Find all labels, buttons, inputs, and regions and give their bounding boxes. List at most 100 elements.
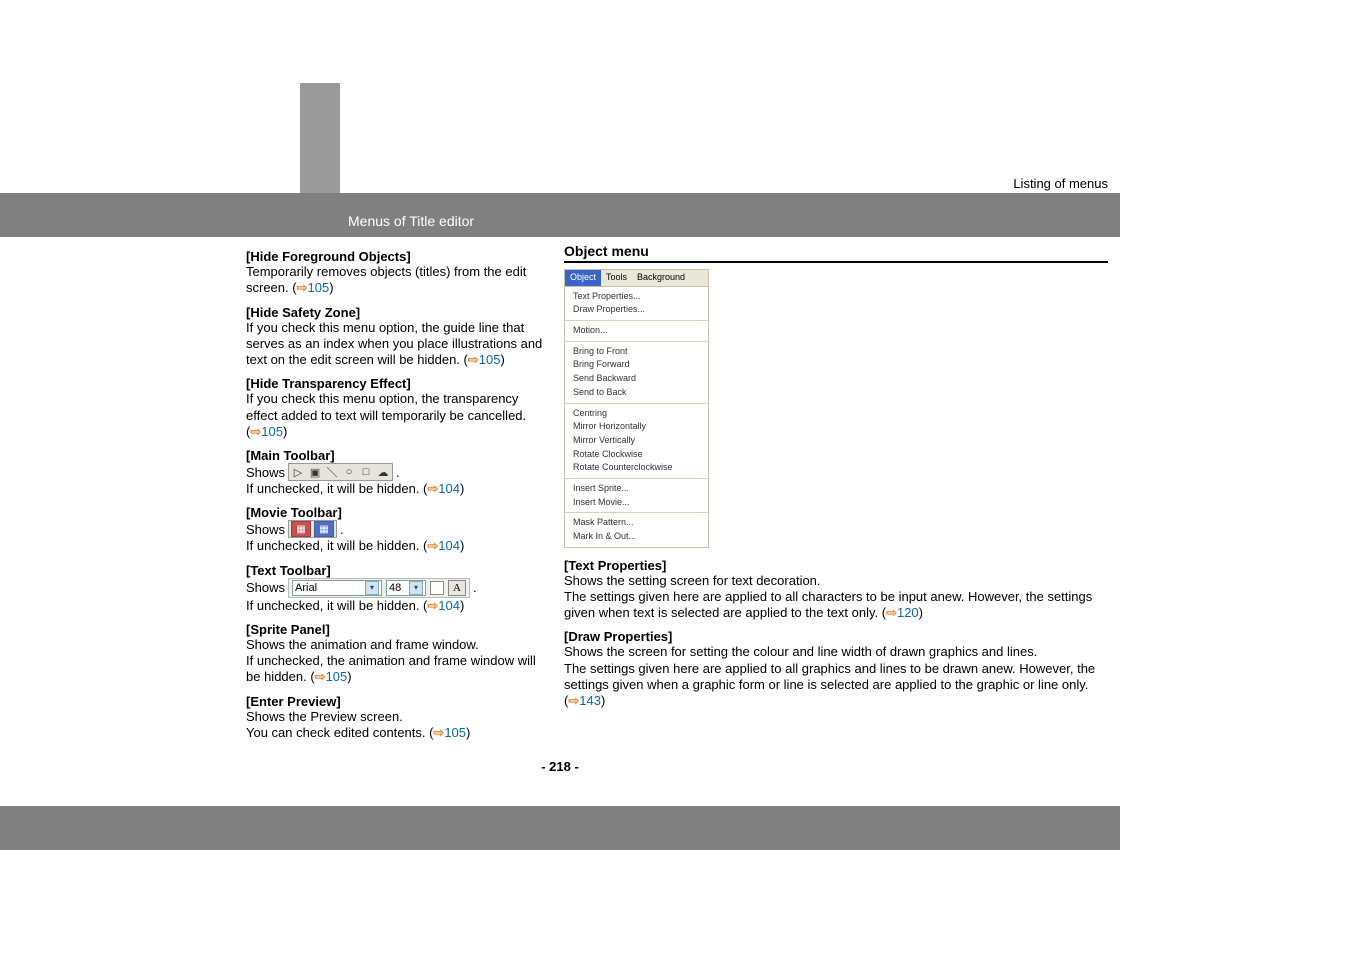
right-column: Object menu Object Tools Background Text… <box>560 241 1112 741</box>
textprops-l2: The settings given here are applied to a… <box>564 589 1108 622</box>
banner-stub <box>300 83 340 193</box>
heading-draw-properties: [Draw Properties] <box>564 629 1108 644</box>
text-style-button[interactable]: A <box>448 580 466 596</box>
arrow-icon: ⇨ <box>427 481 438 496</box>
menu-item[interactable]: Send to Back <box>573 386 700 400</box>
page-ref[interactable]: 105 <box>444 725 466 740</box>
text: ) <box>500 352 504 367</box>
chevron-down-icon: ▾ <box>365 581 379 595</box>
tab-tools[interactable]: Tools <box>601 270 632 286</box>
menu-item[interactable]: Draw Properties... <box>573 303 700 317</box>
arrow-icon: ⇨ <box>427 598 438 613</box>
menu-item[interactable]: Rotate Counterclockwise <box>573 461 700 475</box>
main-toolbar-shows: Shows ▷ ▣ ＼ ○ □ ☁ . <box>246 463 548 481</box>
text: The settings given here are applied to a… <box>564 589 1092 620</box>
drawprops-l2: The settings given here are applied to a… <box>564 661 1108 710</box>
font-dropdown[interactable]: Arial ▾ <box>292 580 382 596</box>
image-icon: ▣ <box>308 465 322 479</box>
menu-item[interactable]: Mirror Horizontally <box>573 420 700 434</box>
heading-hide-safety: [Hide Safety Zone] <box>246 305 548 320</box>
size-dropdown[interactable]: 48 ▾ <box>386 580 426 596</box>
page-number: - 218 - <box>0 759 1120 774</box>
rec-icon: ▦ <box>291 521 311 537</box>
textprops-l1: Shows the setting screen for text decora… <box>564 573 1108 589</box>
tab-object[interactable]: Object <box>565 270 601 286</box>
bottom-bar <box>0 806 1120 850</box>
page-ref[interactable]: 104 <box>438 598 460 613</box>
text: . <box>340 522 344 537</box>
text: Shows <box>246 522 285 537</box>
text-toolbar-unchecked: If unchecked, it will be hidden. (⇨104) <box>246 598 548 614</box>
body-hide-foreground: Temporarily removes objects (titles) fro… <box>246 264 548 297</box>
title-banner: Menus of Title editor <box>0 193 1120 237</box>
color-swatch[interactable] <box>430 581 444 595</box>
menu-item[interactable]: Send Backward <box>573 372 700 386</box>
arrow-icon: ⇨ <box>886 605 897 620</box>
heading-hide-foreground: [Hide Foreground Objects] <box>246 249 548 264</box>
menu-item[interactable]: Text Properties... <box>573 290 700 304</box>
text: ) <box>283 424 287 439</box>
text: ) <box>460 598 464 613</box>
cloud-icon: ☁ <box>376 465 390 479</box>
heading-main-toolbar: [Main Toolbar] <box>246 448 548 463</box>
arrow-icon: ⇨ <box>568 693 579 708</box>
font-value: Arial <box>295 582 317 594</box>
text: ) <box>466 725 470 740</box>
menu-item[interactable]: Bring to Front <box>573 345 700 359</box>
chevron-down-icon: ▾ <box>409 581 423 595</box>
play-icon: ▦ <box>314 521 334 537</box>
object-menu-title: Object menu <box>564 243 1108 259</box>
text: Shows <box>246 580 285 595</box>
text: If unchecked, it will be hidden. ( <box>246 598 427 613</box>
text: ) <box>460 538 464 553</box>
menu-item[interactable]: Mirror Vertically <box>573 434 700 448</box>
text: ) <box>601 693 605 708</box>
menu-item[interactable]: Motion... <box>573 324 700 338</box>
circle-icon: ○ <box>342 465 356 479</box>
menu-item[interactable]: Centring <box>573 407 700 421</box>
tab-background[interactable]: Background <box>632 270 690 286</box>
arrow-icon: ⇨ <box>297 280 308 295</box>
page-ref[interactable]: 143 <box>579 693 601 708</box>
page-ref[interactable]: 105 <box>326 669 348 684</box>
menu-item[interactable]: Bring Forward <box>573 358 700 372</box>
page-ref[interactable]: 104 <box>438 538 460 553</box>
heading-hide-transparency: [Hide Transparency Effect] <box>246 376 548 391</box>
pointer-icon: ▷ <box>291 465 305 479</box>
movie-toolbar-unchecked: If unchecked, it will be hidden. (⇨104) <box>246 538 548 554</box>
drawprops-l1: Shows the screen for setting the colour … <box>564 644 1108 660</box>
text: If unchecked, it will be hidden. ( <box>246 481 427 496</box>
line-icon: ＼ <box>325 465 339 479</box>
body-hide-safety: If you check this menu option, the guide… <box>246 320 548 369</box>
arrow-icon: ⇨ <box>315 669 326 684</box>
rect-icon: □ <box>359 465 373 479</box>
enter-preview-l2: You can check edited contents. (⇨105) <box>246 725 548 741</box>
sprite-panel-l2: If unchecked, the animation and frame wi… <box>246 653 548 686</box>
menu-item[interactable]: Insert Sprite... <box>573 482 700 496</box>
menu-item[interactable]: Mark In & Out... <box>573 530 700 544</box>
page-ref[interactable]: 105 <box>479 352 501 367</box>
menu-item[interactable]: Rotate Clockwise <box>573 448 700 462</box>
page-ref[interactable]: 104 <box>438 481 460 496</box>
text-toolbar-shows: Shows Arial ▾ 48 ▾ A . <box>246 578 548 598</box>
page-ref[interactable]: 105 <box>261 424 283 439</box>
text: . <box>396 465 400 480</box>
heading-enter-preview: [Enter Preview] <box>246 694 548 709</box>
text: ) <box>460 481 464 496</box>
movie-toolbar-graphic: ▦ ▦ <box>288 520 337 538</box>
arrow-icon: ⇨ <box>433 725 444 740</box>
arrow-icon: ⇨ <box>427 538 438 553</box>
menu-tabs: Object Tools Background <box>565 270 708 287</box>
size-value: 48 <box>389 582 401 594</box>
text-toolbar-graphic: Arial ▾ 48 ▾ A <box>288 578 470 598</box>
page-ref[interactable]: 120 <box>897 605 919 620</box>
body-hide-transparency: If you check this menu option, the trans… <box>246 391 548 440</box>
movie-toolbar-shows: Shows ▦ ▦ . <box>246 520 548 538</box>
text: ) <box>329 280 333 295</box>
menu-item[interactable]: Mask Pattern... <box>573 516 700 530</box>
listing-header: Listing of menus <box>0 170 1120 193</box>
sprite-panel-l1: Shows the animation and frame window. <box>246 637 548 653</box>
menu-item[interactable]: Insert Movie... <box>573 496 700 510</box>
page-ref[interactable]: 105 <box>307 280 329 295</box>
object-menu-panel: Object Tools Background Text Properties.… <box>564 269 709 548</box>
